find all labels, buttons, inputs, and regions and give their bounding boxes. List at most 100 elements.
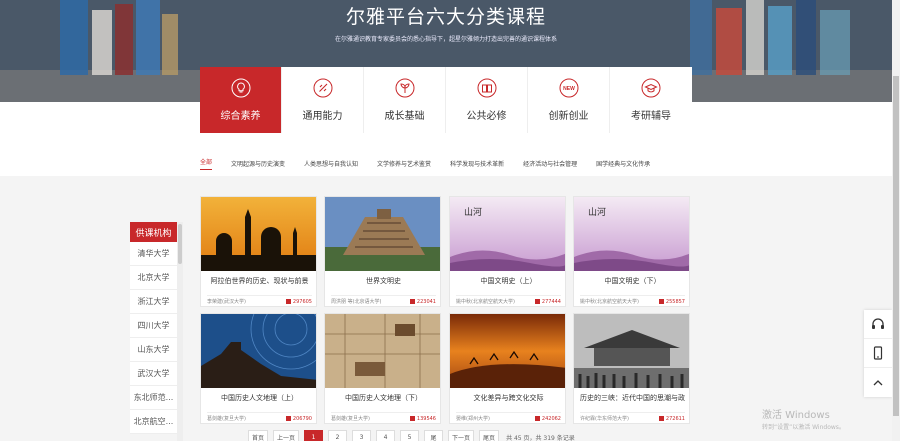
page-number[interactable]: 5 (400, 430, 420, 441)
first-page-button[interactable]: 首页 (248, 430, 269, 441)
prev-page-button[interactable]: 上一页 (273, 430, 300, 441)
sidebar-scrollbar[interactable] (177, 222, 183, 441)
course-meta: 姚中秋(北京航空航天大学) 255857 (580, 295, 685, 305)
scrollbar-thumb[interactable] (178, 224, 182, 264)
tab-general-literacy[interactable]: 综合素养 (200, 67, 282, 133)
page-scrollbar[interactable] (892, 0, 900, 441)
subnav-item[interactable]: 文明起源与历史演变 (231, 159, 285, 168)
course-thumbnail (450, 314, 565, 388)
view-count: 223041 (409, 299, 436, 305)
sidebar-item[interactable]: 山东大学 (130, 338, 177, 362)
tab-label: 综合素养 (220, 111, 261, 122)
page-number[interactable]: 1 (304, 430, 324, 441)
page-subtitle: 在尔雅通识教育专家委员会的悉心指导下，超星尔雅倾力打造出完善的通识课程体系 (334, 36, 557, 43)
sidebar-item[interactable]: 北京大学 (130, 266, 177, 290)
mobile-app-button[interactable] (864, 339, 892, 368)
views-icon (658, 416, 664, 421)
course-title: 中国文明史（上） (480, 277, 537, 285)
tab-label: 成长基础 (384, 111, 425, 122)
subnav-all[interactable]: 全部 (200, 157, 213, 170)
subnav-item[interactable]: 科学发现与技术革新 (450, 159, 504, 168)
page-number[interactable]: 4 (376, 430, 396, 441)
page-number[interactable]: 2 (328, 430, 348, 441)
course-card[interactable]: 中国历史人文地理（上） 葛剑雄(复旦大学) 206790 (200, 313, 317, 424)
subnav-item[interactable]: 人类思想与自我认知 (304, 159, 358, 168)
course-teacher: 李荣建(武汉大学) (207, 299, 246, 305)
back-to-top-button[interactable] (864, 368, 892, 397)
views-icon (285, 416, 291, 421)
subcategory-nav: 全部 文明起源与历史演变 人类思想与自我认知 文学修养与艺术鉴赏 科学发现与技术… (200, 156, 650, 170)
page-number[interactable]: 3 (352, 430, 372, 441)
sidebar-item[interactable]: 东北师范... (130, 386, 177, 410)
view-count: 277444 (534, 299, 561, 305)
course-card[interactable]: 山河 中国文明史（上） 姚中秋(北京航空航天大学) 277444 (449, 196, 566, 307)
course-card[interactable]: 世界文明史 周洪朋 等(北京语大学) 223041 (324, 196, 441, 307)
graduation-cap-icon (641, 78, 661, 98)
page-scrollbar-thumb[interactable] (893, 76, 899, 416)
tab-public-required[interactable]: 公共必修 (446, 67, 528, 133)
view-count: 206790 (285, 416, 312, 422)
views-icon (409, 299, 415, 304)
views-icon (658, 299, 664, 304)
sidebar-header: 供课机构 (130, 222, 177, 242)
subnav-item[interactable]: 文学修养与艺术鉴赏 (377, 159, 431, 168)
tab-postgraduate[interactable]: 考研辅导 (610, 67, 692, 133)
sidebar-item[interactable]: 北京航空... (130, 410, 177, 434)
course-meta: 许纪霖(华东师范大学) 272611 (580, 412, 685, 422)
course-teacher: 姚中秋(北京航空航天大学) (456, 299, 515, 305)
tab-label: 通用能力 (302, 111, 343, 122)
sidebar-item[interactable]: 四川大学 (130, 314, 177, 338)
phone-icon (873, 346, 883, 360)
course-meta: 姚中秋(北京航空航天大学) 277444 (456, 295, 561, 305)
course-title: 中国历史人文地理（下） (345, 394, 422, 402)
subnav-item[interactable]: 经济活动与社会管理 (523, 159, 577, 168)
views-icon (409, 416, 415, 421)
subnav-item[interactable]: 国学经典与文化传承 (596, 159, 650, 168)
view-count: 272611 (658, 416, 685, 422)
customer-service-button[interactable] (864, 310, 892, 339)
institution-sidebar: 供课机构 清华大学 北京大学 浙江大学 四川大学 山东大学 武汉大学 东北师范.… (130, 222, 177, 434)
end-page-button[interactable]: 尾页 (479, 430, 500, 441)
rocket-icon (313, 78, 332, 98)
course-thumbnail (201, 197, 316, 271)
course-card[interactable]: 中国历史人文地理（下） 葛剑雄(复旦大学) 139546 (324, 313, 441, 424)
sidebar-item[interactable]: 武汉大学 (130, 362, 177, 386)
book-icon (477, 78, 496, 98)
course-card[interactable]: 山河 中国文明史（下） 姚中秋(北京航空航天大学) 255857 (573, 196, 690, 307)
lightbulb-icon (231, 78, 250, 98)
svg-text:山河: 山河 (588, 206, 606, 218)
tab-general-ability[interactable]: 通用能力 (282, 67, 364, 133)
watermark-title: 激活 Windows (762, 410, 830, 421)
course-title: 文化差异与跨文化交际 (473, 394, 544, 402)
course-title: 中国历史人文地理（上） (221, 394, 298, 402)
course-thumbnail (325, 197, 440, 271)
view-count: 255857 (658, 299, 685, 305)
course-thumbnail (201, 314, 316, 388)
tab-label: 创新创业 (548, 111, 589, 122)
course-meta: 周洪朋 等(北京语大学) 223041 (331, 295, 436, 305)
course-title: 历史的三峡：近代中国的思潮与政 (580, 394, 685, 402)
course-card[interactable]: 历史的三峡：近代中国的思潮与政 许纪霖(华东师范大学) 272611 (573, 313, 690, 424)
sprout-icon (395, 78, 414, 98)
next-page-button[interactable]: 下一页 (448, 430, 475, 441)
course-title: 阿拉伯世界的历史、现状与前景 (210, 277, 309, 285)
sidebar-item[interactable]: 浙江大学 (130, 290, 177, 314)
views-icon (534, 299, 540, 304)
tab-growth-basics[interactable]: 成长基础 (364, 67, 446, 133)
floating-toolbar (864, 310, 892, 397)
last-page-short-button[interactable]: 尾 (424, 430, 444, 441)
course-teacher: 姚中秋(北京航空航天大学) (580, 299, 639, 305)
course-teacher: 晏维(郑州大学) (456, 416, 490, 422)
category-tabs: 综合素养 通用能力 成长基础 公共必修 NEW 创新创业 考研辅导 (200, 67, 692, 133)
tab-innovation[interactable]: NEW 创新创业 (528, 67, 610, 133)
sidebar-item[interactable]: 清华大学 (130, 242, 177, 266)
course-thumbnail (574, 314, 689, 388)
svg-text:NEW: NEW (563, 86, 575, 92)
course-title: 世界文明史 (366, 277, 401, 285)
course-title: 中国文明史（下） (604, 277, 661, 285)
course-teacher: 周洪朋 等(北京语大学) (331, 299, 382, 305)
pagination: 首页 上一页 1 2 3 4 5 尾 下一页 尾页 共 45 页，共 319 条… (248, 430, 577, 441)
course-card[interactable]: 阿拉伯世界的历史、现状与前景 李荣建(武汉大学) 297605 (200, 196, 317, 307)
tab-label: 公共必修 (466, 111, 507, 122)
course-card[interactable]: 文化差异与跨文化交际 晏维(郑州大学) 242062 (449, 313, 566, 424)
